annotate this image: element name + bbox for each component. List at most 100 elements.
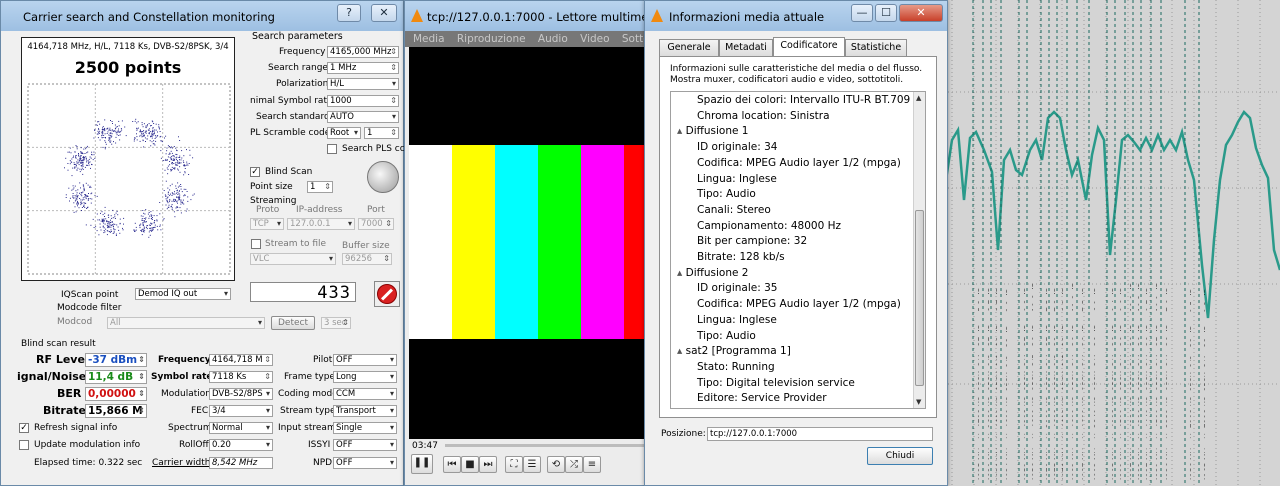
help-button[interactable]: ? [337,4,361,22]
bitrate-label: Bitrate [43,404,86,417]
maximize-button[interactable]: ☐ [875,4,897,22]
color-bars [409,145,649,339]
stop-icon[interactable]: ■ [461,456,479,473]
position-input[interactable]: tcp://127.0.0.1:7000 [707,427,933,441]
collapse-arrow-icon[interactable]: ▴ [677,267,686,279]
tree-item[interactable]: Bit per campione: 32 [697,235,807,247]
tree-item[interactable]: Campionamento: 48000 Hz [697,220,841,232]
carrier-marker-label: 4093 MHz, H, 3849 KS, QPSK, 3/4, -36 dBm… [1084,262,1095,482]
collapse-arrow-icon[interactable]: ▴ [677,125,686,137]
port-input[interactable]: 7000 [358,218,394,230]
tree-item[interactable]: ID originale: 34 [697,141,777,153]
search-range-input[interactable]: 1 MHz [327,62,399,74]
tab-statistics[interactable]: Statistiche [845,39,907,56]
extended-settings-icon[interactable]: ☰ [523,456,541,473]
loop-icon[interactable]: ⟲ [547,456,565,473]
pause-icon[interactable]: ❚❚ [411,454,433,474]
min-symbol-rate-input[interactable]: 1000 [327,95,399,107]
collapse-arrow-icon[interactable]: ▴ [677,345,686,357]
frame-type-select[interactable]: Long [333,371,397,383]
carrier-width-label[interactable]: Carrier width [152,458,210,468]
stream-to-file-checkbox[interactable] [251,239,261,249]
point-size-input[interactable]: 1 [307,181,333,193]
search-standard-select[interactable]: AUTO [327,111,399,123]
tree-item[interactable]: Lingua: Inglese [697,314,777,326]
tree-item[interactable]: ID originale: 35 [697,282,777,294]
coding-mode-select[interactable]: CCM [333,388,397,400]
modulation-select[interactable]: DVB-S2/8PS [209,388,273,400]
tree-item[interactable]: Editore: Service Provider [697,392,827,404]
scroll-thumb[interactable] [915,210,924,386]
update-mod-checkbox[interactable] [19,440,29,450]
satellite-dish-icon[interactable] [367,161,399,193]
seek-bar[interactable] [445,444,649,447]
scroll-up-icon[interactable]: ▲ [916,94,921,102]
tree-item[interactable]: Lingua: Inglese [697,173,777,185]
detect-time-input[interactable]: 3 sec [321,317,351,329]
fec-select[interactable]: 3/4 [209,405,273,417]
stream-type-select[interactable]: Transport [333,405,397,417]
tree-item[interactable]: Chroma location: Sinistra [697,110,830,122]
input-stream-select[interactable]: Single [333,422,397,434]
video-area[interactable] [409,47,649,439]
pilot-select[interactable]: OFF [333,354,397,366]
close-dialog-button[interactable]: Chiudi [867,447,933,465]
tree-item[interactable]: Spazio dei colori: Intervallo ITU-R BT.7… [697,94,910,106]
spectrum-select[interactable]: Normal [209,422,273,434]
pl-scramble-input[interactable]: 1 [364,127,399,139]
frequency-input[interactable]: 4165,000 MHz [327,46,399,58]
pl-scramble-mode-select[interactable]: Root [327,127,361,139]
modcode-label: Modcod [57,317,93,327]
scroll-down-icon[interactable]: ▼ [916,398,921,406]
tree-item[interactable]: Codifica: MPEG Audio layer 1/2 (mpga) [697,157,901,169]
color-bar [452,145,495,339]
sn-value: 11,4 dB [85,370,147,384]
close-button[interactable]: ✕ [899,4,943,22]
random-icon[interactable]: ⤮ [565,456,583,473]
vlc-title-bar: tcp://127.0.0.1:7000 - Lettore multimedi… [405,1,647,31]
detect-button[interactable]: Detect [271,316,315,330]
fec-label: FEC [191,406,209,416]
tree-item[interactable]: Bitrate: 128 kb/s [697,251,785,263]
search-pls-checkbox[interactable] [327,144,337,154]
proto-select[interactable]: TCP [250,218,284,230]
minimize-button[interactable]: — [851,4,873,22]
player-select[interactable]: VLC [250,253,336,265]
rolloff-select[interactable]: 0.20 [209,439,273,451]
refresh-checkbox[interactable]: ✓ [19,423,29,433]
tree-node[interactable]: ▴ Diffusione 1 [677,125,748,137]
counter-display: 433 [250,282,356,303]
issyi-select[interactable]: OFF [333,439,397,451]
tree-item[interactable]: Codifica: MPEG Audio layer 1/2 (mpga) [697,298,901,310]
tree-item[interactable]: Tipo: Digital television service [697,377,855,389]
iqscan-select[interactable]: Demod IQ out [135,288,231,300]
stop-scan-icon[interactable] [374,281,400,307]
polarization-select[interactable]: H/L [327,78,399,90]
menu-video[interactable]: Video [580,33,609,45]
frequency-label: Frequency [279,47,326,57]
tree-item[interactable]: Canali: Stereo [697,204,771,216]
close-button[interactable]: ✕ [371,4,397,22]
previous-icon[interactable]: ⏮ [443,456,461,473]
tab-general[interactable]: Generale [659,39,719,56]
next-icon[interactable]: ⏭ [479,456,497,473]
menu-media[interactable]: Media [413,33,445,45]
blind-scan-checkbox[interactable]: ✓ [250,167,260,177]
playlist-icon[interactable]: ≡ [583,456,601,473]
npd-select[interactable]: OFF [333,457,397,469]
tree-scrollbar[interactable]: ▲ ▼ [913,92,925,408]
modcode-select[interactable]: All [107,317,265,329]
tab-codec[interactable]: Codificatore [773,37,845,57]
menu-audio[interactable]: Audio [538,33,568,45]
menu-playback[interactable]: Riproduzione [457,33,526,45]
tab-metadata[interactable]: Metadati [719,39,773,56]
buffer-size-input[interactable]: 96256 [342,253,392,265]
tree-item[interactable]: Stato: Running [697,361,775,373]
tree-item[interactable]: Tipo: Audio [697,330,756,342]
tree-item[interactable]: Tipo: Audio [697,188,756,200]
fullscreen-icon[interactable]: ⛶ [505,456,523,473]
tree-node[interactable]: ▴ Diffusione 2 [677,267,748,279]
ip-address-select[interactable]: 127.0.0.1 [287,218,355,230]
counter-value: 433 [317,283,351,303]
tree-node[interactable]: ▴ sat2 [Programma 1] [677,345,791,357]
